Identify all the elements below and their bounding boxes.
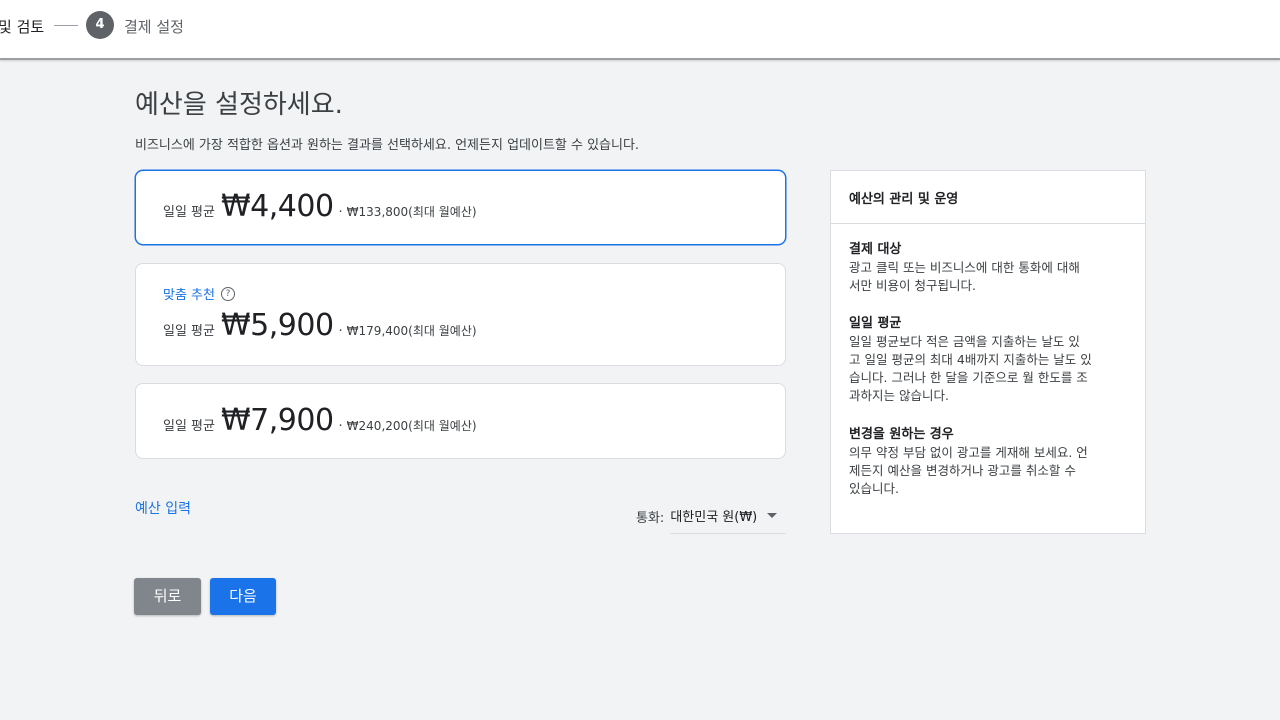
info-section-title: 결제 대상	[849, 242, 902, 257]
price-row: 일일 평균 ₩7,900 · ₩240,200(최대 월예산)	[163, 403, 477, 438]
monthly-max-budget: ₩179,400(최대 월예산)	[346, 324, 477, 338]
info-panel-header: 예산의 관리 및 운영	[831, 171, 1145, 224]
step-number-badge: 4	[86, 11, 114, 39]
separator-dot: ·	[338, 419, 343, 434]
step-payment-label: 결제 설정	[124, 18, 184, 36]
enter-budget-link[interactable]: 예산 입력	[135, 498, 191, 518]
info-section-line: 의무 약정 부담 없이 광고를 게재해 보세요. 언	[849, 445, 1088, 460]
daily-price: ₩7,900	[220, 403, 334, 438]
budget-info-panel: 예산의 관리 및 운영 결제 대상 광고 클릭 또는 비즈니스에 대한 통화에 …	[830, 170, 1146, 534]
recommended-row: 맞춤 추천 ?	[163, 284, 235, 303]
price-row: 일일 평균 ₩5,900 · ₩179,400(최대 월예산)	[163, 308, 477, 343]
next-button[interactable]: 다음	[210, 578, 276, 615]
daily-price: ₩5,900	[220, 308, 334, 343]
currency-value: 대한민국 원(₩)	[670, 510, 758, 525]
currency-label: 통화:	[636, 510, 665, 526]
top-stepper-bar: 및 검토 4 결제 설정	[0, 0, 1280, 60]
daily-average-label: 일일 평균	[163, 324, 215, 339]
info-section-line: 광고 클릭 또는 비즈니스에 대한 통화에 대해	[849, 260, 1080, 275]
daily-average-label: 일일 평균	[163, 419, 215, 434]
info-section-daily-average: 일일 평균 일일 평균보다 적은 금액을 지출하는 날도 있 고 일일 평균의 …	[849, 315, 1133, 405]
info-section-billing: 결제 대상 광고 클릭 또는 비즈니스에 대한 통화에 대해 서만 비용이 청구…	[849, 241, 1133, 295]
page-subtitle: 비즈니스에 가장 적합한 옵션과 원하는 결과를 선택하세요. 언제든지 업데이…	[135, 138, 640, 153]
info-section-line: 고 일일 평균의 최대 4배까지 지출하는 날도 있	[849, 352, 1092, 367]
caret-down-icon	[767, 513, 778, 518]
recommended-label: 맞춤 추천	[163, 288, 215, 303]
price-row: 일일 평균 ₩4,400 · ₩133,800(최대 월예산)	[163, 189, 477, 224]
step-review-label[interactable]: 및 검토	[0, 16, 44, 37]
info-section-line: 서만 비용이 청구됩니다.	[849, 278, 976, 293]
page-title: 예산을 설정하세요.	[135, 90, 343, 120]
info-section-line: 과하지는 않습니다.	[849, 388, 949, 403]
info-section-line: 습니다. 그러나 한 달을 기준으로 월 한도를 조	[849, 370, 1088, 385]
daily-price: ₩4,400	[220, 189, 334, 224]
info-section-line: 일일 평균보다 적은 금액을 지출하는 날도 있	[849, 334, 1080, 349]
budget-option-3[interactable]: 일일 평균 ₩7,900 · ₩240,200(최대 월예산)	[135, 383, 786, 459]
monthly-max-budget: ₩240,200(최대 월예산)	[346, 419, 477, 433]
back-button[interactable]: 뒤로	[134, 578, 201, 615]
step-connector	[54, 25, 78, 26]
info-section-line: 있습니다.	[849, 481, 899, 496]
monthly-max-budget: ₩133,800(최대 월예산)	[346, 205, 477, 219]
info-section-title: 변경을 원하는 경우	[849, 427, 954, 442]
budget-option-1[interactable]: 일일 평균 ₩4,400 · ₩133,800(최대 월예산)	[135, 170, 786, 245]
currency-selector: 통화: 대한민국 원(₩)	[636, 498, 787, 534]
separator-dot: ·	[338, 324, 343, 339]
budget-option-2[interactable]: 맞춤 추천 ? 일일 평균 ₩5,900 · ₩179,400(최대 월예산)	[135, 263, 786, 366]
daily-average-label: 일일 평균	[163, 205, 215, 220]
info-section-title: 일일 평균	[849, 316, 902, 331]
currency-dropdown[interactable]: 대한민국 원(₩)	[670, 506, 787, 534]
info-section-line: 제든지 예산을 변경하거나 광고를 취소할 수	[849, 463, 1076, 478]
help-icon[interactable]: ?	[220, 286, 235, 301]
separator-dot: ·	[338, 205, 343, 220]
info-section-changes: 변경을 원하는 경우 의무 약정 부담 없이 광고를 게재해 보세요. 언 제든…	[849, 426, 1133, 498]
